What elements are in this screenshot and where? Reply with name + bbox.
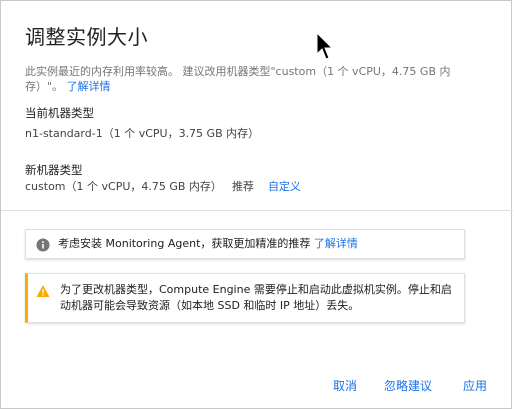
current-machine-type-value: n1-standard-1（1 个 vCPU，3.75 GB 内存）	[25, 127, 260, 140]
info-icon	[36, 238, 50, 252]
ignore-recommendation-button[interactable]: 忽略建议	[384, 377, 432, 394]
dialog-title: 调整实例大小	[25, 25, 148, 49]
customize-link[interactable]: 自定义	[268, 180, 301, 193]
new-machine-type-value: custom（1 个 vCPU，4.75 GB 内存）	[25, 180, 222, 193]
stop-start-warning-notice: 为了更改机器类型，Compute Engine 需要停止和启动此虚拟机实例。停止…	[25, 273, 465, 323]
learn-more-link[interactable]: 了解详情	[67, 80, 111, 93]
warning-notice-text: 为了更改机器类型，Compute Engine 需要停止和启动此虚拟机实例。停止…	[60, 283, 452, 312]
cancel-button[interactable]: 取消	[333, 377, 357, 394]
current-machine-type-label: 当前机器类型	[25, 106, 94, 120]
warning-icon	[36, 285, 50, 297]
new-machine-type-label: 新机器类型	[25, 163, 83, 177]
monitoring-learn-more-link[interactable]: 了解详情	[314, 237, 358, 250]
recommend-badge: 推荐	[231, 180, 254, 193]
mouse-pointer-icon	[316, 32, 334, 60]
recommendation-description: 此实例最近的内存利用率较高。 建议改用机器类型"custom（1 个 vCPU，…	[25, 64, 475, 94]
new-machine-type-row: custom（1 个 vCPU，4.75 GB 内存） 推荐 自定义	[25, 178, 301, 194]
info-notice-text: 考虑安装 Monitoring Agent，获取更加精准的推荐	[58, 237, 311, 250]
apply-button[interactable]: 应用	[463, 377, 487, 394]
resize-instance-dialog: 调整实例大小 此实例最近的内存利用率较高。 建议改用机器类型"custom（1 …	[0, 0, 513, 409]
monitoring-agent-notice: 考虑安装 Monitoring Agent，获取更加精准的推荐 了解详情	[25, 229, 465, 259]
section-divider	[1, 210, 513, 211]
